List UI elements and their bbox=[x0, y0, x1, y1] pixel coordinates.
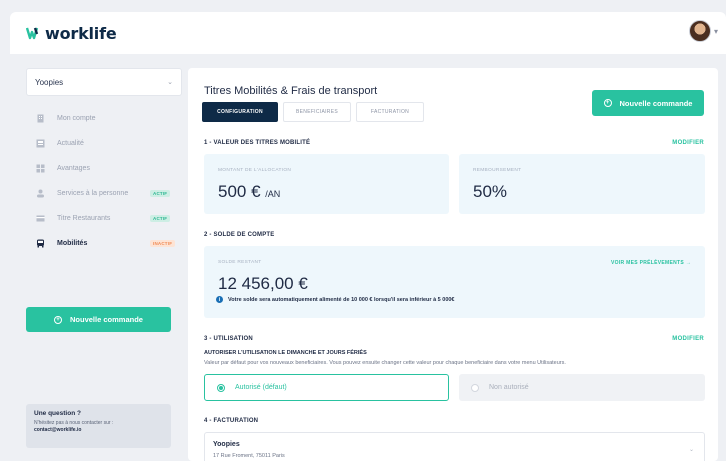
sidebar-item-services[interactable]: Services à la personne ACTIF bbox=[36, 181, 186, 206]
help-email-link[interactable]: contact@worklife.io bbox=[34, 427, 163, 433]
modify-utilisation-link[interactable]: MODIFIER bbox=[672, 336, 704, 342]
sidebar-item-actualite[interactable]: Actualité bbox=[36, 131, 186, 156]
sidebar: Yoopies ⌄ Mon compte Actualité Avantages… bbox=[16, 62, 184, 461]
sidebar-item-label: Services à la personne bbox=[57, 190, 129, 197]
company-select[interactable]: Yoopies ⌄ bbox=[26, 68, 182, 96]
radio-authorized[interactable]: Autorisé (défaut) bbox=[204, 374, 449, 401]
radio-authorized-label: Autorisé (défaut) bbox=[235, 384, 287, 391]
tab-beneficiaires[interactable]: BENEFICIAIRES bbox=[283, 102, 351, 122]
sidebar-item-titre-restaurants[interactable]: Titre Restaurants ACTIF bbox=[36, 206, 186, 231]
grid-icon bbox=[36, 164, 45, 173]
person-icon bbox=[37, 189, 44, 198]
sidebar-item-label: Titre Restaurants bbox=[57, 215, 111, 222]
see-withdrawals-link[interactable]: VOIR MES PRÉLÈVEMENTS → bbox=[611, 260, 691, 266]
balance-info: i Votre solde sera automatiquement alime… bbox=[216, 296, 455, 303]
section-title-solde: 2 - SOLDE DE COMPTE bbox=[204, 232, 275, 238]
sidebar-item-label: Mobilités bbox=[57, 240, 88, 247]
billing-company: Yoopies bbox=[213, 441, 240, 448]
balance-info-text: Votre solde sera automatiquement aliment… bbox=[228, 296, 455, 303]
sidebar-new-order-button[interactable]: + Nouvelle commande bbox=[26, 307, 171, 332]
status-badge: INACTIF bbox=[150, 240, 176, 247]
allocation-label: MONTANT DE L'ALLOCATION bbox=[218, 168, 292, 173]
refund-value: 50% bbox=[473, 182, 508, 201]
help-box: Une question ? N'hésitez pas à nous cont… bbox=[26, 404, 171, 448]
sidebar-item-label: Mon compte bbox=[57, 115, 96, 122]
main-card: Titres Mobilités & Frais de transport CO… bbox=[188, 68, 718, 461]
section-title-utilisation: 3 - UTILISATION bbox=[204, 336, 253, 342]
radio-not-authorized[interactable]: Non autorisé bbox=[459, 374, 705, 401]
sidebar-item-label: Avantages bbox=[57, 165, 90, 172]
chevron-down-icon: ⌄ bbox=[167, 79, 173, 86]
status-badge: ACTIF bbox=[150, 215, 171, 222]
help-title: Une question ? bbox=[34, 410, 81, 417]
newspaper-icon bbox=[36, 139, 45, 148]
worklife-logo[interactable]: worklife bbox=[26, 24, 117, 43]
card-icon bbox=[36, 215, 45, 222]
avatar[interactable] bbox=[688, 20, 711, 42]
section-title-facturation: 4 - FACTURATION bbox=[204, 418, 259, 424]
sidebar-item-mon-compte[interactable]: Mon compte bbox=[36, 106, 186, 131]
section-title-valeur: 1 - VALEUR DES TITRES MOBILITÉ bbox=[204, 140, 311, 146]
usage-description: Valeur par défaut pour vos nouveaux bene… bbox=[204, 360, 566, 366]
logo-mark-icon bbox=[26, 27, 39, 40]
new-order-button[interactable]: + Nouvelle commande bbox=[592, 90, 704, 116]
plus-circle-icon: + bbox=[603, 99, 612, 107]
new-order-label: Nouvelle commande bbox=[619, 98, 693, 108]
tab-bar: CONFIGURATION BENEFICIAIRES FACTURATION bbox=[202, 102, 429, 122]
sidebar-item-avantages[interactable]: Avantages bbox=[36, 156, 186, 181]
sidebar-nav: Mon compte Actualité Avantages Services … bbox=[36, 106, 184, 256]
help-text: N'hésitez pas à nous contacter sur : bbox=[34, 420, 114, 426]
status-badge: ACTIF bbox=[150, 190, 171, 197]
balance-label: SOLDE RESTANT bbox=[218, 260, 262, 265]
logo-text: worklife bbox=[45, 23, 117, 43]
sidebar-item-mobilites[interactable]: Mobilités INACTIF bbox=[36, 231, 186, 256]
page-title: Titres Mobilités & Frais de transport bbox=[204, 85, 378, 97]
user-menu[interactable]: ▾ bbox=[688, 20, 718, 42]
radio-unselected-icon bbox=[471, 383, 479, 392]
tab-configuration[interactable]: CONFIGURATION bbox=[202, 102, 278, 122]
company-select-value: Yoopies bbox=[35, 77, 64, 87]
info-icon: i bbox=[216, 296, 223, 303]
tab-facturation[interactable]: FACTURATION bbox=[356, 102, 424, 122]
plus-circle-icon: + bbox=[54, 315, 63, 324]
balance-panel: SOLDE RESTANT 12 456,00 € VOIR MES PRÉLÈ… bbox=[204, 246, 705, 318]
allocation-value-wrap: 500 € /AN bbox=[218, 182, 280, 202]
radio-not-authorized-label: Non autorisé bbox=[489, 384, 529, 391]
top-header: worklife ▾ bbox=[10, 12, 726, 54]
chevron-down-icon: ⌄ bbox=[688, 447, 694, 453]
allocation-panel: MONTANT DE L'ALLOCATION 500 € /AN bbox=[204, 154, 449, 214]
usage-subtitle: AUTORISER L'UTILISATION LE DIMANCHE ET J… bbox=[204, 350, 367, 356]
sidebar-item-label: Actualité bbox=[57, 140, 84, 147]
chevron-down-icon: ▾ bbox=[713, 26, 718, 36]
bus-icon bbox=[37, 239, 44, 248]
billing-address: 17 Rue Froment, 75011 Paris bbox=[213, 453, 285, 459]
allocation-value: 500 € bbox=[218, 182, 261, 201]
building-icon bbox=[37, 114, 44, 123]
modify-valeur-link[interactable]: MODIFIER bbox=[672, 140, 704, 146]
radio-selected-icon bbox=[217, 383, 225, 392]
billing-address-select[interactable]: Yoopies 17 Rue Froment, 75011 Paris ⌄ bbox=[204, 432, 705, 461]
allocation-unit: /AN bbox=[265, 189, 281, 199]
balance-value: 12 456,00 € bbox=[218, 274, 308, 293]
sidebar-new-order-label: Nouvelle commande bbox=[70, 315, 143, 324]
refund-label: REMBOURSEMENT bbox=[473, 168, 522, 173]
refund-panel: REMBOURSEMENT 50% bbox=[459, 154, 705, 214]
